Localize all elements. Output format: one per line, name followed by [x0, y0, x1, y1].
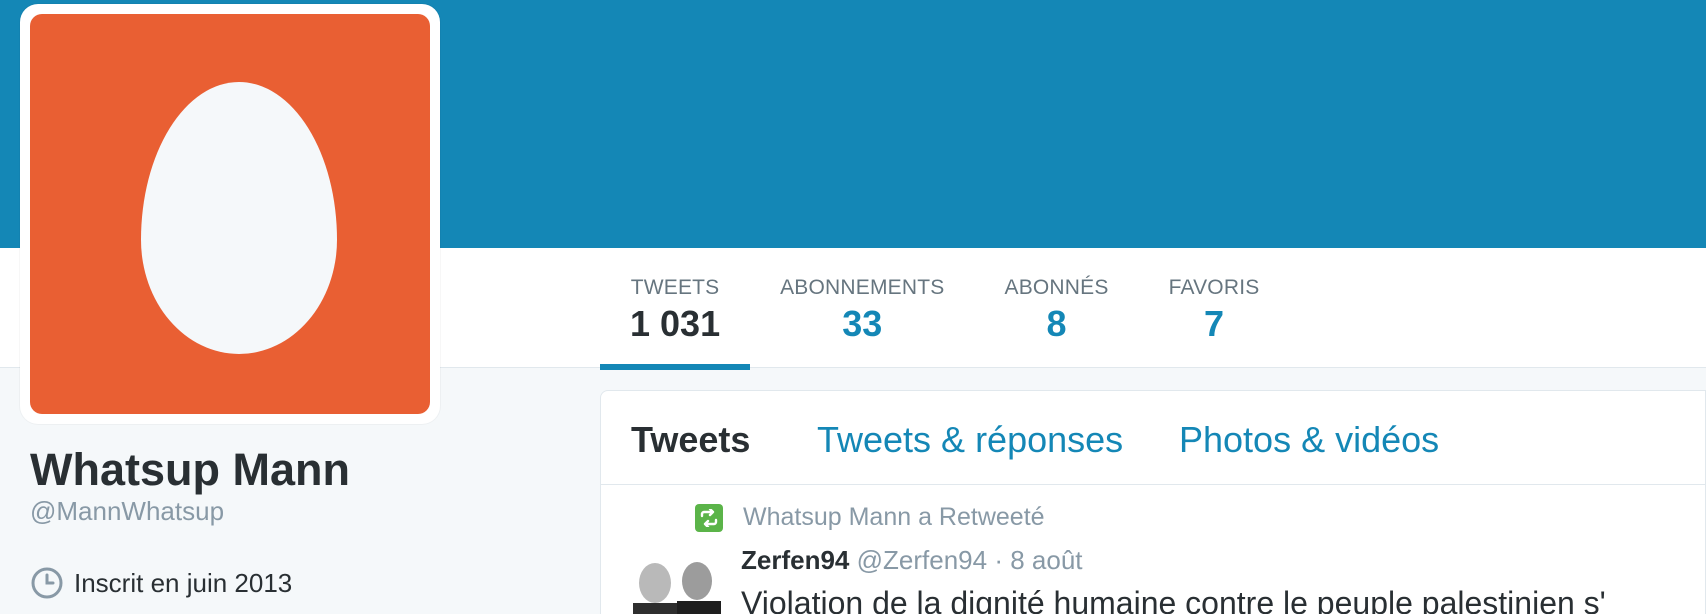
profile-avatar-frame[interactable] — [20, 4, 440, 424]
profile-stats: TWEETS 1 031 ABONNEMENTS 33 ABONNÉS 8 FA… — [600, 248, 1290, 370]
tweet-author-avatar[interactable] — [627, 545, 723, 614]
retweet-context: Whatsup Mann a Retweeté — [695, 503, 1045, 532]
tweet-date[interactable]: 8 août — [1010, 545, 1082, 575]
tab-photos-videos[interactable]: Photos & vidéos — [1179, 419, 1439, 461]
timeline-card: Tweets Tweets & réponses Photos & vidéos… — [600, 390, 1706, 614]
tweet-author-handle[interactable]: @Zerfen94 — [857, 545, 987, 575]
stat-value: 1 031 — [630, 303, 721, 345]
stat-value: 33 — [842, 303, 883, 345]
joined-date: Inscrit en juin 2013 — [30, 566, 292, 600]
stat-label: TWEETS — [630, 276, 720, 299]
stat-label: ABONNEMENTS — [780, 276, 945, 299]
tweet-author-name[interactable]: Zerfen94 — [741, 545, 849, 575]
tab-tweets[interactable]: Tweets — [631, 419, 750, 461]
stat-followers[interactable]: ABONNÉS 8 — [974, 248, 1138, 368]
tweet-author-photo — [627, 545, 723, 614]
tweet-header: Zerfen94 @Zerfen94 · 8 août — [741, 545, 1083, 576]
timeline-tabs: Tweets Tweets & réponses Photos & vidéos — [601, 391, 1705, 485]
default-egg-avatar-icon — [141, 82, 337, 354]
retweet-icon — [695, 503, 723, 532]
stat-value: 8 — [1046, 303, 1067, 345]
clock-icon — [31, 567, 63, 599]
stat-favorites[interactable]: FAVORIS 7 — [1139, 248, 1290, 368]
profile-avatar[interactable] — [30, 14, 430, 414]
tweet-text: Violation de la dignité humaine contre l… — [741, 585, 1606, 614]
stat-label: ABONNÉS — [1004, 276, 1109, 299]
stat-label: FAVORIS — [1168, 276, 1260, 299]
profile-name[interactable]: Whatsup Mann — [30, 444, 350, 496]
profile-handle[interactable]: @MannWhatsup — [30, 496, 224, 527]
retweet-context-label[interactable]: Whatsup Mann a Retweeté — [743, 503, 1045, 532]
stat-following[interactable]: ABONNEMENTS 33 — [750, 248, 974, 368]
tweet-separator: · — [994, 545, 1003, 575]
stat-value: 7 — [1204, 303, 1225, 345]
tab-tweets-replies[interactable]: Tweets & réponses — [817, 419, 1123, 461]
joined-label: Inscrit en juin 2013 — [74, 567, 293, 598]
stat-tweets[interactable]: TWEETS 1 031 — [600, 248, 751, 370]
